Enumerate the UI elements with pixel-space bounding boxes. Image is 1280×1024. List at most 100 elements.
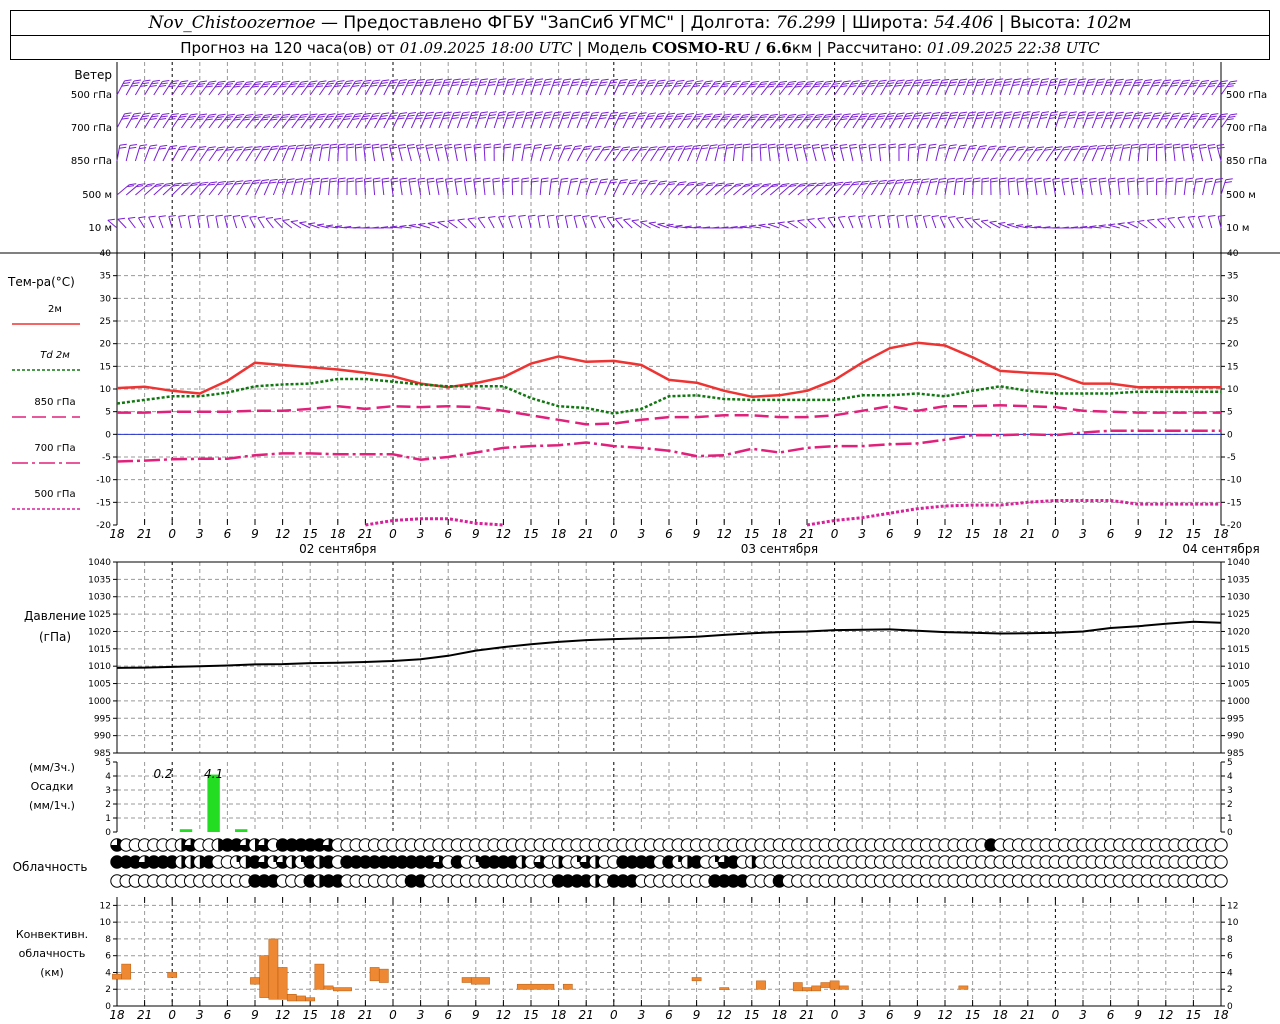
wind-barb-flag (244, 179, 253, 182)
y-tick-label: 990 (94, 732, 111, 742)
wind-barb-flag (922, 178, 930, 181)
x-tick-label: 3 (638, 527, 646, 541)
wind-barb-flag (582, 111, 590, 114)
x-tick-label: 18 (109, 527, 125, 541)
wind-barb-flag (508, 215, 516, 218)
wind-barb-flag (209, 80, 217, 83)
wind-barb-flag (1224, 181, 1232, 184)
wind-barb-flag (1230, 113, 1238, 116)
wind-barb-flag (1013, 81, 1021, 84)
wind-barb (847, 216, 854, 229)
y-tick-label: 0 (105, 430, 111, 440)
wind-barb-flag (1108, 180, 1116, 183)
wind-barb-flag (408, 112, 417, 114)
wind-barb-flag (646, 117, 654, 120)
wind-barb-flag (521, 177, 529, 180)
wind-barb-flag (592, 111, 600, 114)
temp-series-t500 (806, 499, 1221, 527)
wind-barb-flag (551, 177, 559, 180)
wind-barb (1187, 216, 1194, 229)
temp-legend-label: 850 гПа (34, 397, 75, 408)
wind-barb-flag (710, 144, 718, 147)
wind-barb-flag (718, 143, 726, 146)
wind-barb-flag (1156, 143, 1164, 146)
temp-legend-label: 500 гПа (34, 489, 75, 500)
wind-barb-flag (1114, 117, 1122, 120)
y-tick-label: 0 (1227, 828, 1233, 838)
wind-barb-flag (560, 180, 568, 183)
wind-barb-flag (1080, 177, 1088, 180)
wind-barb-flag (541, 177, 549, 180)
wind-barb (1183, 179, 1187, 196)
wind-barb-flag (1040, 116, 1048, 119)
wind-barb-flag (905, 178, 913, 181)
wind-barb-flag (464, 180, 472, 183)
wind-barb-flag (518, 214, 526, 217)
wind-barb-flag (444, 111, 452, 114)
wind-barb-flag (447, 219, 455, 222)
wind-barb (953, 179, 957, 196)
wind-barb-flag (1053, 180, 1061, 183)
wind-level-label: 500 м (82, 190, 112, 201)
wind-barb-flag (870, 112, 878, 115)
x-tick-label: 15 (1186, 527, 1201, 541)
wind-barb-flag (812, 146, 820, 149)
wind-barb-flag (987, 111, 995, 114)
wind-barb-flag (601, 78, 609, 81)
x-tick-label: 21 (1020, 1008, 1035, 1022)
x-tick-label: 6 (886, 527, 894, 541)
wind-barb-flag (494, 146, 502, 149)
wind-barb-flag (178, 214, 186, 217)
wind-barb-flag (453, 111, 461, 114)
wind-barb-flag (1095, 84, 1103, 87)
y-tick-label: 25 (1227, 317, 1238, 327)
wind-barb-flag (1195, 180, 1203, 183)
wind-barb-flag (121, 117, 129, 120)
wind-barb-flag (1164, 143, 1172, 146)
wind-barb-flag (1142, 84, 1150, 87)
wind-barb-flag (273, 113, 282, 116)
wind-barb-flag (958, 147, 966, 150)
wind-barb-flag (483, 177, 491, 180)
wind-barb-flag (1230, 80, 1238, 83)
wind-barb-flag (752, 80, 760, 83)
wind-barb-flag (701, 147, 709, 150)
wind-barb-flag (964, 177, 972, 180)
wind-barb-flag (1061, 177, 1069, 180)
wind-barb (1117, 223, 1130, 229)
wind-barb-flag (924, 112, 932, 115)
wind-barb-flag (427, 180, 435, 183)
y-tick-label: 1040 (88, 558, 111, 568)
wind-barb-flag (218, 180, 227, 183)
wind-barb-flag (709, 147, 717, 150)
wind-barb-flag (825, 80, 833, 83)
wind-barb-flag (928, 146, 936, 149)
wind-barb-flag (1198, 215, 1206, 218)
wind-barb-flag (1032, 78, 1040, 81)
wind-barb-flag (630, 112, 638, 115)
wind-barb-flag (1060, 78, 1068, 81)
wind-barb-flag (554, 78, 562, 81)
wind-barb-flag (473, 177, 481, 180)
wind-barb-flag (786, 146, 794, 149)
wind-barb-flag (467, 217, 475, 220)
wind-barb-flag (948, 117, 956, 120)
wind-barb (922, 216, 928, 229)
y-tick-label: 2 (1227, 800, 1233, 810)
wind-barb-flag (582, 78, 590, 81)
wind-barb-flag (751, 146, 759, 149)
wind-barb-flag (1133, 84, 1141, 87)
wind-barb (457, 219, 467, 229)
wind-barb-flag (498, 81, 506, 84)
wind-barb-flag (619, 181, 627, 184)
y-tick-label: 1 (1227, 814, 1233, 824)
wind-barb-flag (985, 117, 993, 120)
wind-barb-flag (951, 111, 959, 114)
wind-barb-flag (995, 81, 1003, 84)
wind-barb-flag (776, 143, 784, 146)
wind-barb-flag (897, 112, 905, 115)
wind-barb-flag (933, 111, 941, 114)
wind-barb-flag (789, 113, 797, 116)
precip-unit-3h: (мм/3ч.) (29, 761, 75, 774)
x-tick-label: 0 (610, 1008, 618, 1022)
